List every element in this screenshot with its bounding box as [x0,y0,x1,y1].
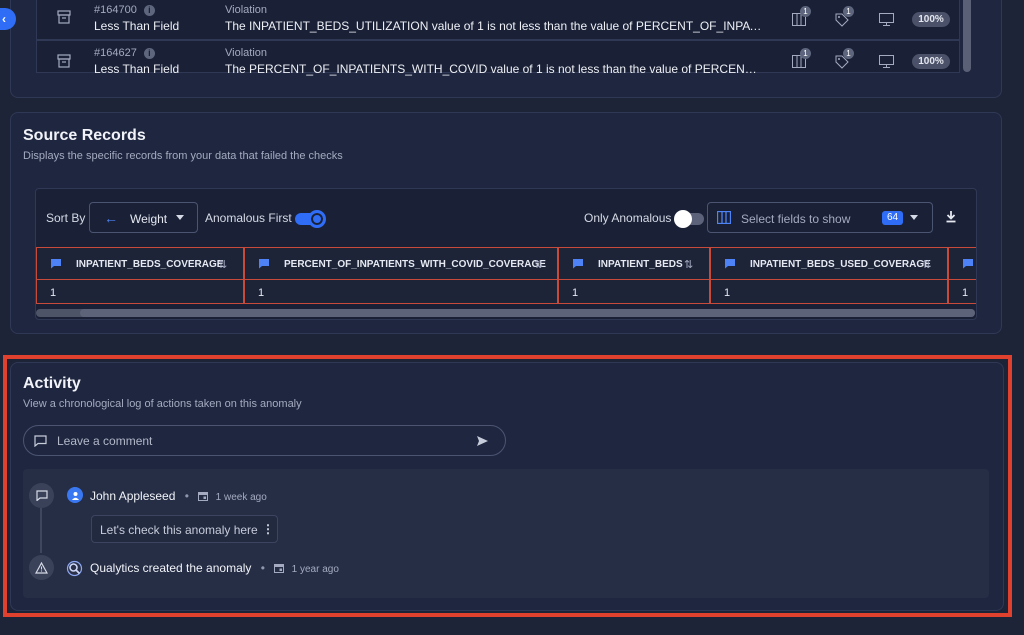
check-row[interactable]: #164627 i Less Than Field Violation The P… [36,40,960,76]
column-name: INPATIENT_BEDS_COVERAGE [76,259,224,270]
fields-select[interactable]: Select fields to show 64 [707,202,933,233]
comment-input[interactable] [57,433,457,449]
sort-icon[interactable]: ⇅ [684,258,693,271]
tag-icon[interactable]: 1 [835,48,854,72]
check-id: #164627 [94,47,137,59]
table-column[interactable]: INPATIENT_BEDS_COVERAGE ⇅ 1 [36,247,244,304]
check-type: Violation [225,47,267,59]
activity-time: 1 year ago [291,564,339,575]
percent-badge: 100% [912,12,950,27]
comment-icon [724,258,736,272]
column-name: INPATIENT_BEDS_USED_COVERAGE [750,259,931,270]
sort-select[interactable]: ← Weight [89,202,198,233]
sort-icon[interactable]: ⇅ [218,258,227,271]
separator-dot: • [260,561,265,575]
sort-value: Weight [130,212,168,226]
horizontal-scrollbar[interactable] [36,309,975,317]
table-cell: 1 [962,287,969,299]
download-icon[interactable] [945,210,957,226]
table-cell: 1 [572,287,579,299]
caret-down-icon [176,215,184,220]
separator-dot: • [184,489,189,503]
more-vertical-icon[interactable]: ⋮ [262,522,274,536]
section-title: Source Records [23,127,146,144]
archive-icon [57,54,71,71]
qualytics-logo-icon [66,560,83,577]
info-icon[interactable]: i [143,5,155,16]
check-message: The PERCENT_OF_INPATIENTS_WITH_COVID val… [225,62,763,76]
fields-count-badge: 64 [882,211,903,225]
comment-icon [572,258,584,272]
warning-icon [29,555,54,580]
comment-text: Let's check this anomaly here [100,523,258,537]
sort-icon[interactable]: ⇅ [922,258,931,271]
arrow-left-icon: ← [104,210,118,226]
table-cell: 1 [258,287,265,299]
activity-text: Qualytics created the anomaly [90,561,252,575]
table-cell: 1 [724,287,731,299]
check-id: #164700 [94,4,137,16]
table-column[interactable]: 1 [948,247,976,304]
section-subtitle: View a chronological log of actions take… [23,398,302,410]
table-column[interactable]: INPATIENT_BEDS ⇅ 1 [558,247,710,304]
comment-icon [962,258,974,272]
columns-icon[interactable]: 1 [792,48,811,71]
table-cell: 1 [50,287,57,299]
anomalous-first-toggle[interactable] [295,210,326,228]
comment-icon [34,435,47,450]
count-badge: 1 [843,48,854,59]
archive-icon [57,10,71,27]
calendar-icon [198,490,209,504]
table-column[interactable]: PERCENT_OF_INPATIENTS_WITH_COVID_COVERAG… [244,247,558,304]
columns-icon [716,210,732,227]
count-badge: 1 [800,6,811,17]
check-row[interactable]: #164700 i Less Than Field Violation The I… [36,0,960,40]
check-rule: Less Than Field [94,62,180,76]
anomalous-first-label: Anomalous First [205,211,292,225]
only-anomalous-label: Only Anomalous [584,211,672,225]
user-name[interactable]: John Appleseed [90,489,175,503]
monitor-icon[interactable] [879,55,894,71]
check-message: The INPATIENT_BEDS_UTILIZATION value of … [225,19,763,33]
table-column[interactable]: INPATIENT_BEDS_USED_COVERAGE ⇅ 1 [710,247,948,304]
user-icon [71,491,79,500]
only-anomalous-toggle[interactable] [674,210,704,228]
comment-field[interactable] [23,425,506,456]
avatar [67,487,83,503]
count-badge: 1 [800,48,811,59]
comment-icon [258,258,270,272]
caret-down-icon [910,215,918,220]
check-type: Violation [225,4,267,16]
section-title: Activity [23,375,81,392]
sort-icon[interactable]: ⇅ [534,258,543,271]
vertical-scrollbar[interactable] [963,0,971,72]
comment-icon [29,483,54,508]
monitor-icon[interactable] [879,13,894,29]
info-icon[interactable]: i [143,48,155,59]
timeline-line [40,508,42,553]
send-icon[interactable] [476,435,489,450]
section-subtitle: Displays the specific records from your … [23,150,343,162]
sort-by-label: Sort By [46,211,86,225]
column-name: INPATIENT_BEDS [598,259,683,270]
comment-bubble: Let's check this anomaly here ⋮ [91,515,278,543]
columns-icon[interactable]: 1 [792,6,811,29]
activity-time: 1 week ago [215,492,267,503]
count-badge: 1 [843,6,854,17]
tag-icon[interactable]: 1 [835,6,854,30]
check-rule: Less Than Field [94,19,180,33]
activity-entry-header: Qualytics created the anomaly • 1 year a… [90,561,339,576]
fields-placeholder: Select fields to show [741,212,851,226]
activity-entry-header: John Appleseed • 1 week ago [90,489,267,504]
comment-icon [50,258,62,272]
column-name: PERCENT_OF_INPATIENTS_WITH_COVID_COVERAG… [284,259,546,270]
calendar-icon [274,562,285,576]
percent-badge: 100% [912,54,950,69]
chevron-left-icon: ‹ [2,12,6,26]
